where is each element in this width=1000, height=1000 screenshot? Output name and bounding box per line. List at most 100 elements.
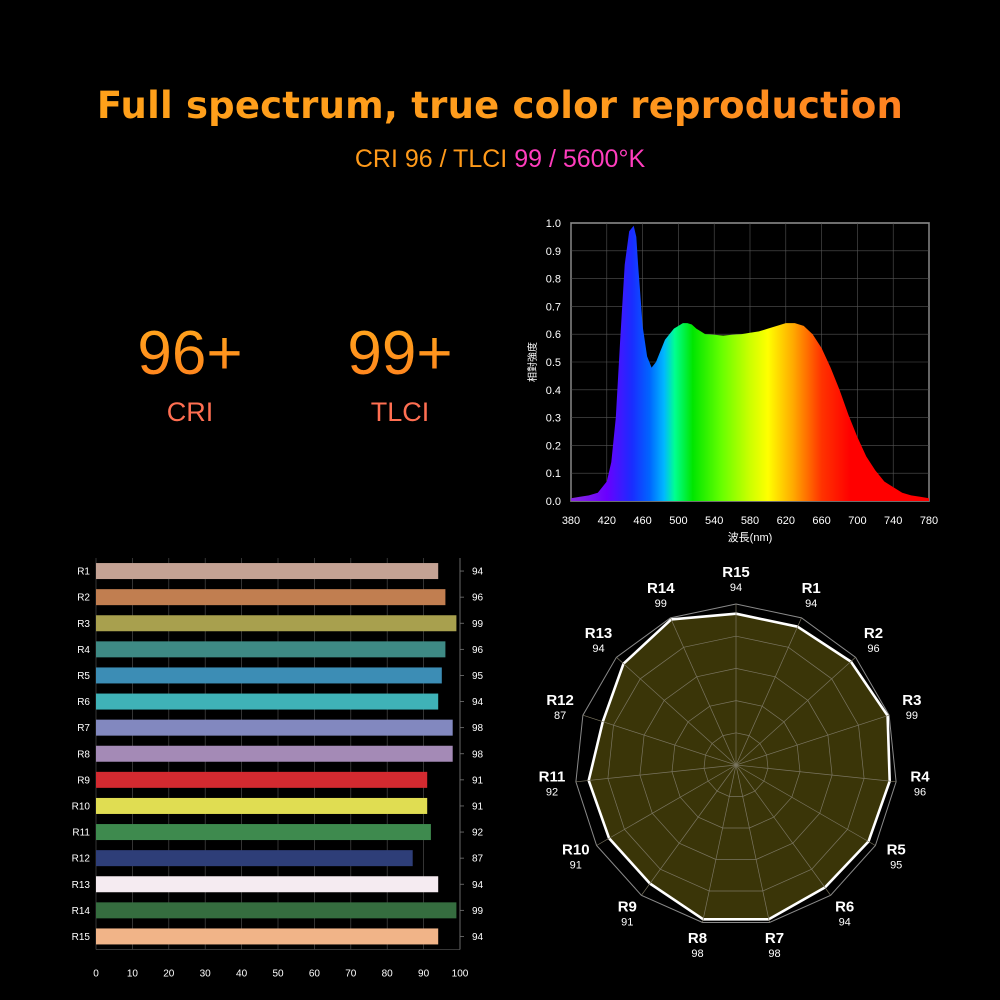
spectrum-x-tick-label: 580 xyxy=(741,515,759,527)
bar-x-tick-label: 90 xyxy=(418,969,430,980)
radar-value-label: 95 xyxy=(890,860,902,872)
cri-radar-chart: R1594 R194R296R399R496R595R694R798R898R99… xyxy=(539,564,931,960)
spectrum-y-ticks: 0.0 0.1 0.2 0.3 0.4 0.5 0.6 0.7 0.8 0.9 1.0 xyxy=(546,218,561,508)
bar-r5 xyxy=(96,667,442,684)
radar-axis-label: R10 xyxy=(562,842,590,859)
radar-axis-label: R7 xyxy=(765,930,784,947)
spectrum-y-tick-label: 0.3 xyxy=(546,413,561,425)
bar-marks: R1 94 R2 96 R3 99 R4 96 R5 95 R6 94 R7 98 R8 98 R9 91 R10 9… xyxy=(72,563,484,945)
radar-value-label: 98 xyxy=(768,948,780,960)
bar-category-label: R9 xyxy=(77,775,90,786)
bar-r13 xyxy=(96,876,439,893)
bar-category-label: R13 xyxy=(72,880,91,891)
cri-bar-chart: R1 94 R2 96 R3 99 R4 96 R5 95 R6 94 R7 98 R8 98 R9 91 R10 9… xyxy=(72,558,484,980)
bar-category-label: R10 xyxy=(72,801,91,812)
radar-value-label: 98 xyxy=(691,948,703,960)
radar-value-label: 94 xyxy=(730,582,742,594)
radar-axis-label: R5 xyxy=(887,842,906,859)
bar-r3 xyxy=(96,615,457,632)
spectrum-x-tick-label: 660 xyxy=(812,515,830,527)
bar-r14 xyxy=(96,902,457,919)
radar-axis-label: R8 xyxy=(688,930,707,947)
radar-axis-label: R12 xyxy=(546,692,574,709)
spectrum-y-tick-label: 0.2 xyxy=(546,440,561,452)
bar-value-label: 91 xyxy=(472,801,484,812)
bar-category-label: R4 xyxy=(77,645,90,656)
bar-value-label: 94 xyxy=(472,697,484,708)
radar-value-label: 92 xyxy=(546,786,558,798)
radar-value-label: 94 xyxy=(805,598,817,610)
bar-x-tick-label: 40 xyxy=(236,969,248,980)
bar-r8 xyxy=(96,745,453,762)
page-subtitle: CRI 96 / TLCI 99 / 5600°K xyxy=(0,145,1000,174)
radar-value-label: 94 xyxy=(839,917,851,929)
bar-value-label: 95 xyxy=(472,671,484,682)
page-title: Full spectrum, true color reproduction xyxy=(0,84,1000,127)
bar-value-label: 98 xyxy=(472,749,484,760)
radar-value-label: 91 xyxy=(570,860,582,872)
spectrum-y-tick-label: 0.9 xyxy=(546,246,561,258)
spectrum-x-label: 波長(nm) xyxy=(728,531,773,544)
bar-x-tick-label: 100 xyxy=(452,969,469,980)
spectrum-x-tick-label: 380 xyxy=(562,515,580,527)
bar-x-tick-label: 30 xyxy=(200,969,212,980)
radar-value-label: 96 xyxy=(914,786,926,798)
bar-category-label: R1 xyxy=(77,567,90,578)
radar-axis-label: R4 xyxy=(910,768,930,785)
bar-r12 xyxy=(96,850,413,867)
bar-r4 xyxy=(96,641,446,658)
cri-value: 96+ xyxy=(90,318,290,389)
spectrum-x-ticks: 380 420 460 500 540 580 620 660 700 740 780 xyxy=(562,515,938,527)
spectrum-y-tick-label: 0.6 xyxy=(546,329,561,341)
bar-category-label: R3 xyxy=(77,619,90,630)
radar-axis-label: R13 xyxy=(585,625,613,642)
bar-category-label: R11 xyxy=(72,828,90,839)
spectrum-y-tick-label: 0.1 xyxy=(546,468,561,480)
radar-value-label: 94 xyxy=(592,643,604,655)
spectrum-y-tick-label: 0.5 xyxy=(546,357,561,369)
bar-value-label: 99 xyxy=(472,619,484,630)
bar-category-label: R15 xyxy=(72,932,91,943)
radar-value-label: 99 xyxy=(655,598,667,610)
radar-axis-label: R9 xyxy=(618,899,637,916)
bar-category-label: R12 xyxy=(72,854,91,865)
subtitle-tlci-cct: 99 / 5600°K xyxy=(514,145,646,173)
radar-value-label: 96 xyxy=(867,643,879,655)
spectrum-y-label: 相對強度 xyxy=(526,342,539,382)
bar-value-label: 87 xyxy=(472,854,484,865)
bar-r11 xyxy=(96,824,431,841)
bar-category-label: R14 xyxy=(72,906,91,917)
radar-axis-label: R1 xyxy=(802,580,821,597)
bar-category-label: R6 xyxy=(77,697,90,708)
bar-value-label: 94 xyxy=(472,567,484,578)
bar-x-tick-label: 10 xyxy=(127,969,139,980)
bar-x-tick-label: 60 xyxy=(309,969,321,980)
bar-value-label: 96 xyxy=(472,593,484,604)
bar-category-label: R8 xyxy=(77,749,90,760)
bar-x-ticks: 0 10 20 30 40 50 60 70 80 90 100 xyxy=(93,969,469,980)
spectrum-x-tick-label: 500 xyxy=(669,515,687,527)
bar-category-label: R7 xyxy=(77,723,90,734)
spectrum-x-tick-label: 620 xyxy=(777,515,795,527)
bar-r6 xyxy=(96,693,439,710)
radar-value-label: 99 xyxy=(906,710,918,722)
bar-value-label: 96 xyxy=(472,645,484,656)
tlci-label: TLCI xyxy=(370,397,430,427)
bar-category-label: R5 xyxy=(77,671,90,682)
bar-r15 xyxy=(96,928,439,945)
spectrum-y-tick-label: 0.8 xyxy=(546,274,561,286)
spectrum-x-tick-label: 540 xyxy=(705,515,723,527)
bar-value-label: 94 xyxy=(472,880,484,891)
radar-axis-label: R11 xyxy=(539,768,566,785)
radar-axis-label: R15 xyxy=(722,564,750,581)
spectrum-x-tick-label: 460 xyxy=(633,515,651,527)
bar-x-tick-label: 0 xyxy=(93,969,99,980)
bar-r7 xyxy=(96,719,453,736)
bar-value-label: 94 xyxy=(472,932,484,943)
bar-value-label: 91 xyxy=(472,775,484,786)
bar-r1 xyxy=(96,563,439,580)
spectrum-x-tick-label: 700 xyxy=(848,515,866,527)
spectrum-chart: 380 420 460 500 540 580 620 660 700 740 780 0.0 0.1… xyxy=(526,218,938,544)
radar-axis-label: R14 xyxy=(647,580,675,597)
bar-x-tick-label: 70 xyxy=(345,969,357,980)
